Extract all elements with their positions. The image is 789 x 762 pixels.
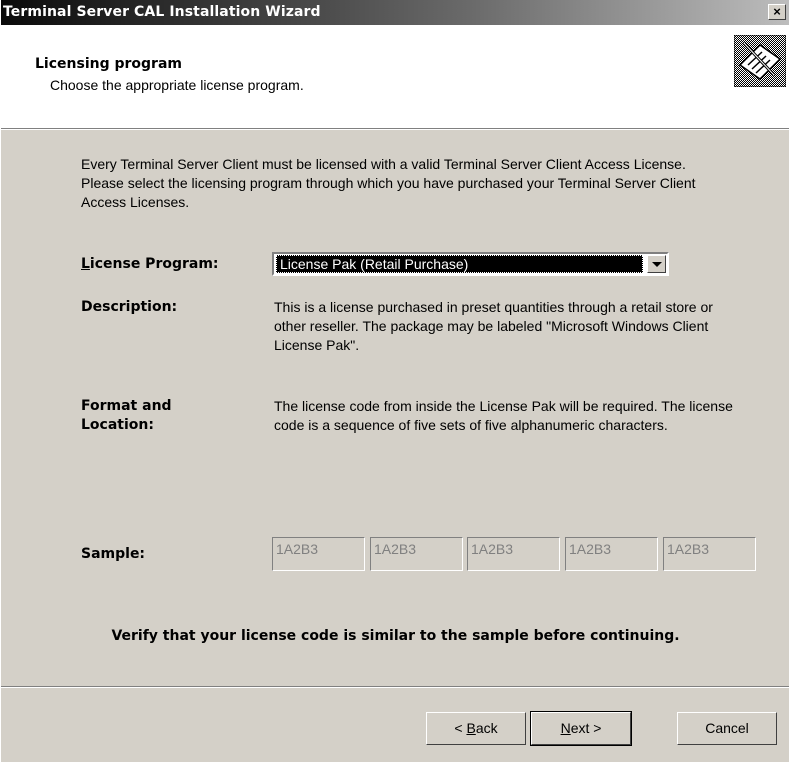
back-button-prefix: < xyxy=(454,720,467,736)
page-title: Licensing program xyxy=(35,56,182,72)
back-button-label: ack xyxy=(475,720,498,736)
wizard-header: Licensing program Choose the appropriate… xyxy=(1,25,789,130)
next-button-accesskey: N xyxy=(560,720,571,736)
license-certificate-icon xyxy=(734,35,786,87)
window-title: Terminal Server CAL Installation Wizard xyxy=(3,4,321,20)
cancel-button[interactable]: Cancel xyxy=(677,712,777,745)
sample-code-3: 1A2B3 xyxy=(467,537,560,571)
sample-label: Sample: xyxy=(81,546,146,562)
license-program-label-text: icense Program: xyxy=(89,256,219,272)
verify-notice: Verify that your license code is similar… xyxy=(111,628,680,644)
license-program-label-accesskey: L xyxy=(81,256,90,272)
close-icon: × xyxy=(773,4,781,19)
license-program-dropdown[interactable]: License Pak (Retail Purchase) xyxy=(272,252,669,276)
page-subtitle: Choose the appropriate license program. xyxy=(50,77,304,93)
next-button-label: ext > xyxy=(570,720,602,736)
next-button[interactable]: Next > xyxy=(530,711,632,746)
format-label-line1: Format and xyxy=(81,398,172,414)
intro-text: Every Terminal Server Client must be lic… xyxy=(81,156,696,210)
sample-code-5: 1A2B3 xyxy=(663,537,756,571)
sample-code-1: 1A2B3 xyxy=(272,537,365,571)
wizard-window: Terminal Server CAL Installation Wizard … xyxy=(0,0,789,762)
description-label: Description: xyxy=(81,299,178,315)
sample-code-2: 1A2B3 xyxy=(370,537,463,571)
format-text: The license code from inside the License… xyxy=(274,398,733,433)
description-text: This is a license purchased in preset qu… xyxy=(274,299,713,353)
license-program-selected: License Pak (Retail Purchase) xyxy=(276,255,643,273)
back-button-accesskey: B xyxy=(466,720,476,736)
back-button[interactable]: < Back xyxy=(426,712,526,745)
footer-separator xyxy=(1,686,789,688)
format-label-line2: Location: xyxy=(81,417,154,433)
title-bar[interactable]: Terminal Server CAL Installation Wizard … xyxy=(1,0,789,25)
sample-code-4: 1A2B3 xyxy=(565,537,658,571)
chevron-down-icon[interactable] xyxy=(647,255,666,273)
license-program-label: License Program: xyxy=(81,255,219,274)
close-button[interactable]: × xyxy=(768,4,786,20)
